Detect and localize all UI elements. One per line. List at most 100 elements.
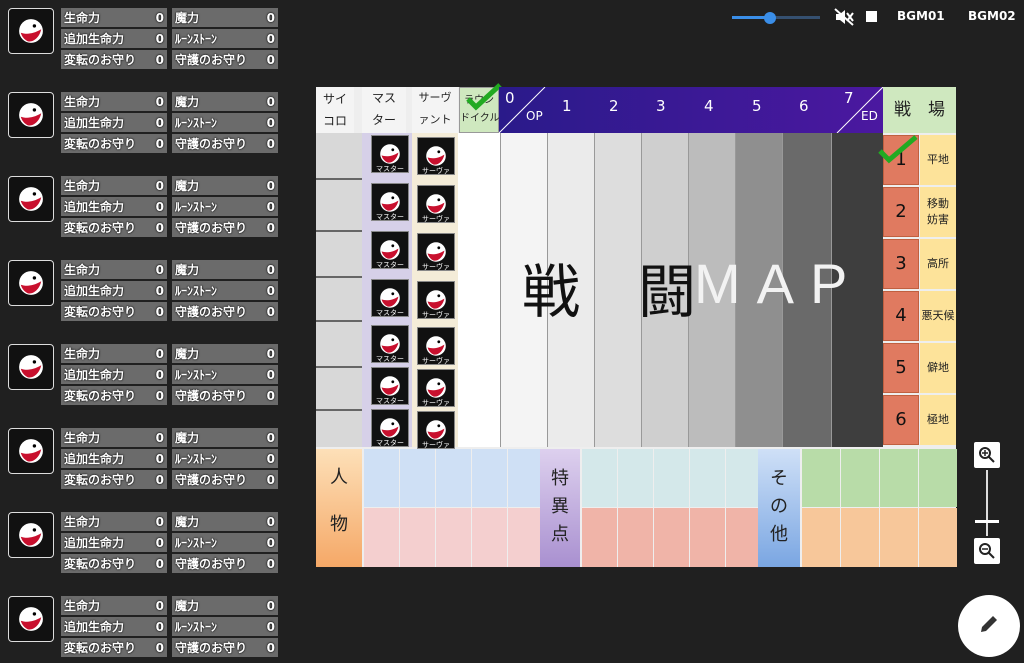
stat-field[interactable]: 変転のお守り 0 bbox=[61, 554, 167, 573]
bgm02-button[interactable]: BGM02 bbox=[968, 9, 1016, 23]
character-avatar[interactable] bbox=[8, 344, 54, 390]
round-number[interactable]: 7 bbox=[844, 89, 854, 107]
stat-field[interactable]: 追加生命力 0 bbox=[61, 113, 167, 132]
servant-token[interactable]: サーヴァ bbox=[417, 327, 455, 365]
round-number[interactable]: 6 bbox=[799, 97, 809, 115]
round-number[interactable]: 1 bbox=[562, 97, 572, 115]
slot-cell[interactable] bbox=[436, 449, 471, 507]
stat-field[interactable]: 変転のお守り 0 bbox=[61, 218, 167, 237]
mute-icon[interactable] bbox=[834, 8, 854, 26]
stat-field[interactable]: ﾙｰﾝｽﾄｰﾝ 0 bbox=[172, 617, 278, 636]
zoom-in-icon[interactable] bbox=[974, 442, 1000, 468]
stat-field[interactable]: 守護のお守り 0 bbox=[172, 50, 278, 69]
field-row[interactable]: 2 移動 妨害 bbox=[883, 187, 956, 237]
servant-token[interactable]: サーヴァ bbox=[417, 185, 455, 223]
stat-field[interactable]: 変転のお守り 0 bbox=[61, 302, 167, 321]
stat-field[interactable]: 追加生命力 0 bbox=[61, 617, 167, 636]
stat-field[interactable]: 守護のお守り 0 bbox=[172, 470, 278, 489]
stat-field[interactable]: 守護のお守り 0 bbox=[172, 302, 278, 321]
stat-field[interactable]: 魔力 0 bbox=[172, 260, 278, 279]
slot-cell[interactable] bbox=[582, 449, 617, 507]
slot-cell[interactable] bbox=[726, 508, 761, 567]
stat-field[interactable]: ﾙｰﾝｽﾄｰﾝ 0 bbox=[172, 29, 278, 48]
slot-cell[interactable] bbox=[618, 449, 653, 507]
stat-field[interactable]: 追加生命力 0 bbox=[61, 281, 167, 300]
volume-thumb[interactable] bbox=[764, 12, 776, 24]
slot-cell[interactable] bbox=[654, 508, 689, 567]
slot-cell[interactable] bbox=[919, 449, 957, 507]
round-number[interactable]: 5 bbox=[752, 97, 762, 115]
slot-cell[interactable] bbox=[802, 508, 840, 567]
field-row[interactable]: 3 高所 bbox=[883, 239, 956, 289]
slot-cell[interactable] bbox=[364, 508, 399, 567]
stat-field[interactable]: 生命力 0 bbox=[61, 512, 167, 531]
stat-field[interactable]: 追加生命力 0 bbox=[61, 449, 167, 468]
stat-field[interactable]: ﾙｰﾝｽﾄｰﾝ 0 bbox=[172, 113, 278, 132]
servant-token[interactable]: サーヴァ bbox=[417, 281, 455, 319]
slot-cell[interactable] bbox=[436, 508, 471, 567]
character-avatar[interactable] bbox=[8, 512, 54, 558]
stat-field[interactable]: ﾙｰﾝｽﾄｰﾝ 0 bbox=[172, 533, 278, 552]
stat-field[interactable]: 変転のお守り 0 bbox=[61, 638, 167, 657]
slot-cell[interactable] bbox=[690, 449, 725, 507]
master-token[interactable]: マスター bbox=[371, 135, 409, 173]
stat-field[interactable]: 守護のお守り 0 bbox=[172, 638, 278, 657]
stat-field[interactable]: 魔力 0 bbox=[172, 92, 278, 111]
stat-field[interactable]: 生命力 0 bbox=[61, 92, 167, 111]
zoom-slider-thumb[interactable] bbox=[975, 520, 999, 523]
stat-field[interactable]: 守護のお守り 0 bbox=[172, 554, 278, 573]
character-avatar[interactable] bbox=[8, 176, 54, 222]
slot-cell[interactable] bbox=[618, 508, 653, 567]
master-token[interactable]: マスター bbox=[371, 183, 409, 221]
bgm01-button[interactable]: BGM01 bbox=[897, 9, 945, 23]
servant-token[interactable]: サーヴァ bbox=[417, 369, 455, 407]
slot-cell[interactable] bbox=[508, 449, 543, 507]
slot-cell[interactable] bbox=[919, 508, 957, 567]
character-avatar[interactable] bbox=[8, 260, 54, 306]
slot-cell[interactable] bbox=[726, 449, 761, 507]
master-token[interactable]: マスター bbox=[371, 231, 409, 269]
stat-field[interactable]: 追加生命力 0 bbox=[61, 29, 167, 48]
stat-field[interactable]: 変転のお守り 0 bbox=[61, 386, 167, 405]
slot-cell[interactable] bbox=[582, 508, 617, 567]
stat-field[interactable]: 生命力 0 bbox=[61, 176, 167, 195]
stat-field[interactable]: 守護のお守り 0 bbox=[172, 386, 278, 405]
master-token[interactable]: マスター bbox=[371, 325, 409, 363]
slot-cell[interactable] bbox=[472, 449, 507, 507]
field-row[interactable]: 4 悪天候 bbox=[883, 291, 956, 341]
zoom-out-icon[interactable] bbox=[974, 538, 1000, 564]
stat-field[interactable]: 魔力 0 bbox=[172, 596, 278, 615]
slot-cell[interactable] bbox=[841, 508, 879, 567]
slot-cell[interactable] bbox=[364, 449, 399, 507]
stat-field[interactable]: ﾙｰﾝｽﾄｰﾝ 0 bbox=[172, 365, 278, 384]
round-number[interactable]: 4 bbox=[704, 97, 714, 115]
master-token[interactable]: マスター bbox=[371, 279, 409, 317]
slot-cell[interactable] bbox=[841, 449, 879, 507]
stat-field[interactable]: ﾙｰﾝｽﾄｰﾝ 0 bbox=[172, 197, 278, 216]
stat-field[interactable]: ﾙｰﾝｽﾄｰﾝ 0 bbox=[172, 449, 278, 468]
stat-field[interactable]: 生命力 0 bbox=[61, 344, 167, 363]
master-token[interactable]: マスター bbox=[371, 409, 409, 447]
stat-field[interactable]: 魔力 0 bbox=[172, 8, 278, 27]
servant-token[interactable]: サーヴァ bbox=[417, 411, 455, 449]
stat-field[interactable]: 魔力 0 bbox=[172, 512, 278, 531]
stat-field[interactable]: 変転のお守り 0 bbox=[61, 470, 167, 489]
stat-field[interactable]: 守護のお守り 0 bbox=[172, 218, 278, 237]
slot-cell[interactable] bbox=[400, 449, 435, 507]
servant-token[interactable]: サーヴァ bbox=[417, 233, 455, 271]
character-avatar[interactable] bbox=[8, 596, 54, 642]
stat-field[interactable]: 魔力 0 bbox=[172, 344, 278, 363]
stat-field[interactable]: 魔力 0 bbox=[172, 428, 278, 447]
stop-icon[interactable] bbox=[866, 11, 877, 22]
character-avatar[interactable] bbox=[8, 8, 54, 54]
volume-slider[interactable] bbox=[732, 12, 820, 24]
field-row[interactable]: 5 僻地 bbox=[883, 343, 956, 393]
stat-field[interactable]: 魔力 0 bbox=[172, 176, 278, 195]
stat-field[interactable]: 生命力 0 bbox=[61, 596, 167, 615]
servant-token[interactable]: サーヴァ bbox=[417, 137, 455, 175]
slot-cell[interactable] bbox=[880, 449, 918, 507]
master-token[interactable]: マスター bbox=[371, 367, 409, 405]
battle-map[interactable]: 戦 闘 MAP bbox=[458, 133, 883, 447]
character-avatar[interactable] bbox=[8, 92, 54, 138]
slot-cell[interactable] bbox=[690, 508, 725, 567]
